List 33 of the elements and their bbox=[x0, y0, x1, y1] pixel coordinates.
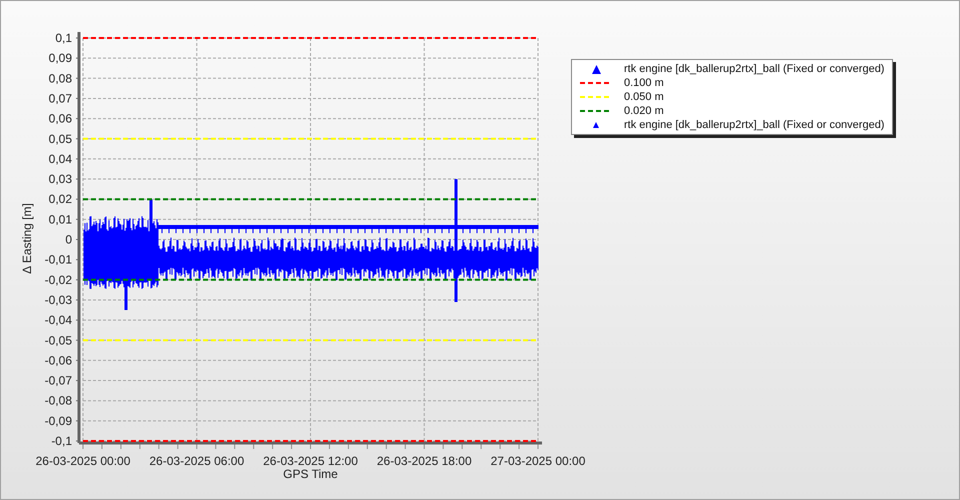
y-tick-label: -0,05 bbox=[44, 333, 72, 348]
y-tick-label: 0,05 bbox=[48, 132, 72, 146]
legend-label: rtk engine [dk_ballerup2rtx]_ball (Fixed or converged) bbox=[624, 118, 884, 132]
y-tick-label: -0,09 bbox=[44, 414, 72, 428]
y-tick-label: 0,03 bbox=[48, 172, 72, 186]
y-tick-label: -0,02 bbox=[44, 272, 72, 287]
legend-label: 0.050 m bbox=[624, 90, 664, 104]
x-tick-label: 26-03-2025 12:00 bbox=[263, 454, 358, 468]
y-tick-label: -0,03 bbox=[44, 292, 72, 307]
y-tick-label: 0 bbox=[65, 232, 72, 246]
y-tick-label: -0,1 bbox=[51, 434, 72, 448]
legend-label: 0.100 m bbox=[624, 76, 664, 90]
y-tick-label: 0,06 bbox=[48, 112, 72, 126]
x-tick-label: 26-03-2025 06:00 bbox=[149, 454, 244, 468]
y-tick-label: -0,06 bbox=[44, 353, 72, 368]
y-tick-label: -0,01 bbox=[44, 252, 72, 267]
y-axis-title: Δ Easting [m] bbox=[20, 203, 34, 274]
y-tick-label: 0,07 bbox=[48, 91, 72, 106]
x-axis-title: GPS Time bbox=[283, 467, 338, 481]
legend-label: rtk engine [dk_ballerup2rtx]_ball (Fixed or converged) bbox=[624, 62, 884, 76]
x-tick-label: 26-03-2025 18:00 bbox=[376, 454, 472, 468]
x-tick-label: 27-03-2025 00:00 bbox=[490, 454, 586, 468]
y-tick-label: 0,1 bbox=[55, 31, 72, 45]
x-tick-label: 26-03-2025 00:00 bbox=[36, 454, 130, 468]
y-tick-label: 0,09 bbox=[48, 51, 72, 66]
y-tick-label: -0,07 bbox=[44, 374, 72, 388]
y-tick-label: -0,04 bbox=[44, 313, 72, 328]
y-tick-label: 0,08 bbox=[48, 71, 72, 86]
y-tick-label: 0,02 bbox=[48, 192, 72, 206]
y-tick-label: 0,04 bbox=[48, 152, 72, 166]
y-tick-label: 0,01 bbox=[48, 212, 72, 226]
legend-label: 0.020 m bbox=[624, 104, 664, 118]
y-tick-label: -0,08 bbox=[44, 394, 72, 408]
